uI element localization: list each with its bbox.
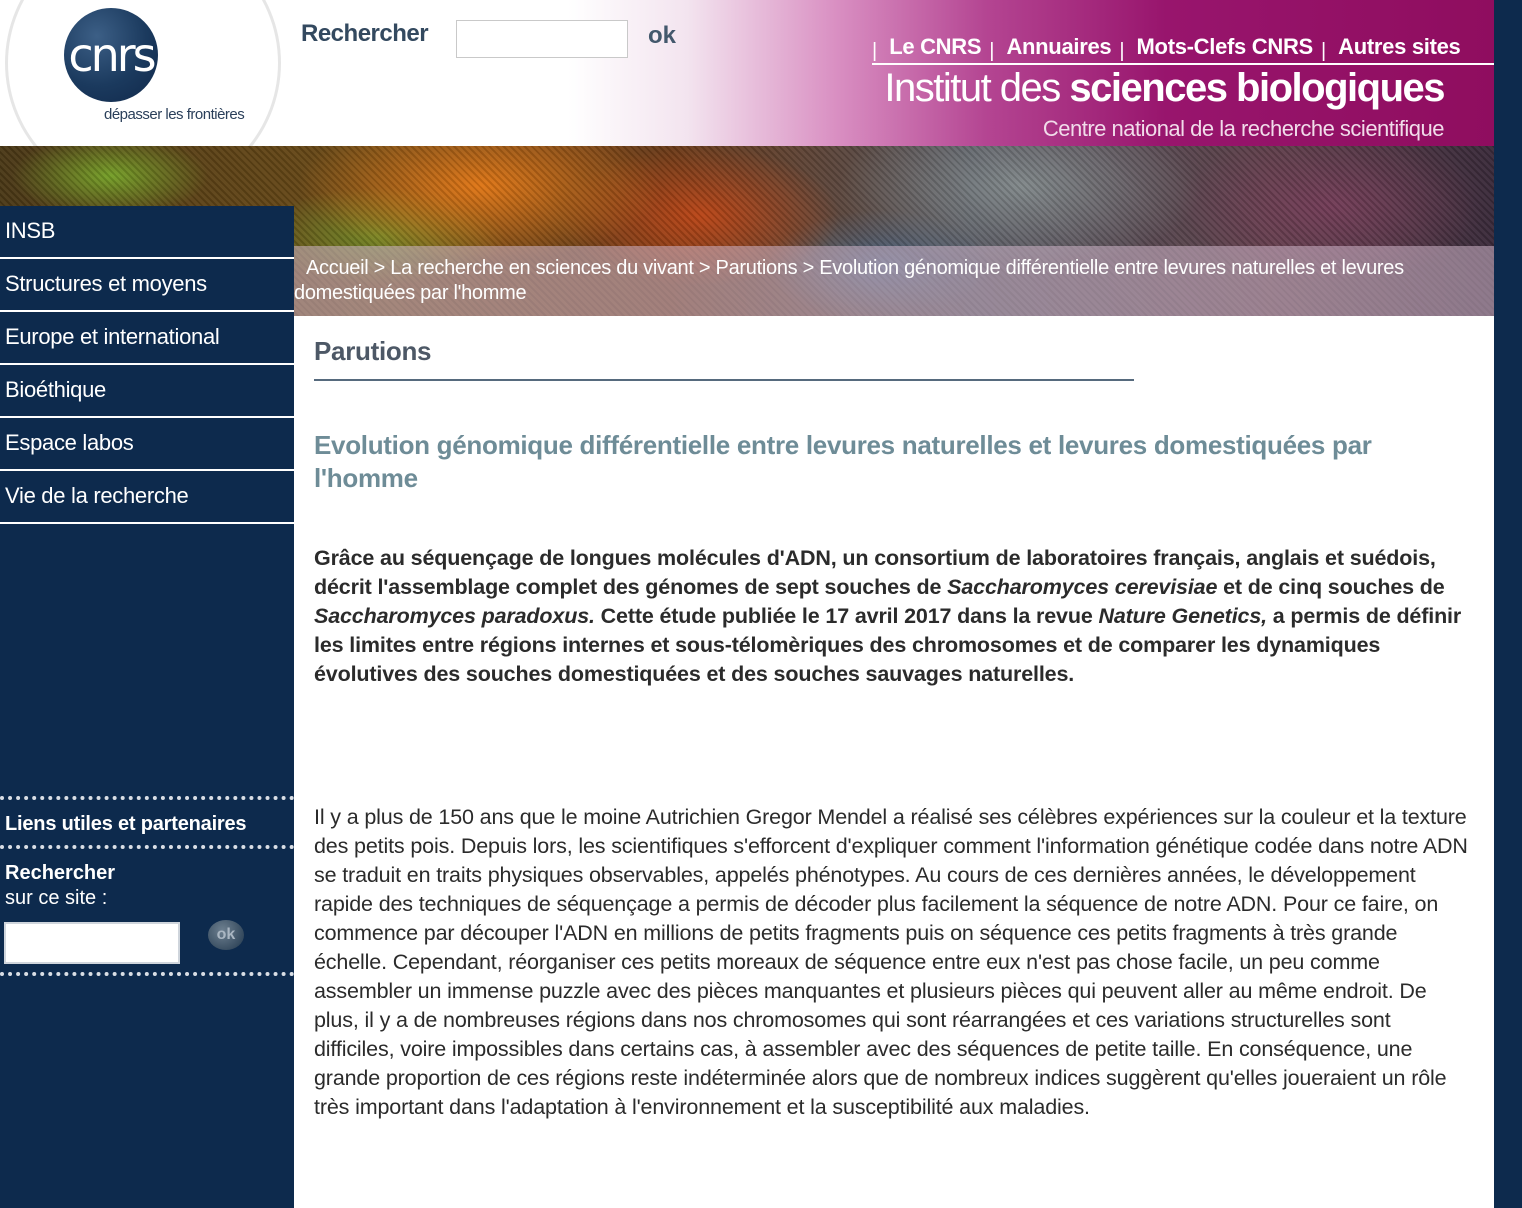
breadcrumb-separator: >	[698, 257, 711, 279]
institute-subtitle: Centre national de la recherche scientif…	[1042, 116, 1445, 141]
breadcrumb-recherche[interactable]: La recherche en sciences du vivant	[390, 257, 694, 279]
main-content: Parutions Evolution génomique différenti…	[294, 316, 1494, 1208]
breadcrumb-separator: >	[373, 257, 386, 279]
lead-species-paradoxus: Saccharomyces paradoxus.	[314, 604, 595, 628]
sidebar-item-bioethique[interactable]: Bioéthique	[0, 365, 294, 418]
sidebar-item-vie-recherche[interactable]: Vie de la recherche	[0, 471, 294, 524]
top-link-annuaires[interactable]: Annuaires	[1006, 34, 1111, 60]
search-input[interactable]	[456, 20, 628, 58]
sidebar-navigation: INSB Structures et moyens Europe et inte…	[0, 206, 294, 524]
nav-separator: |	[872, 39, 878, 62]
institute-title[interactable]: Institut des sciences biologiques	[884, 66, 1445, 111]
institute-title-light: Institut des	[884, 66, 1061, 110]
right-page-margin	[1494, 0, 1522, 1208]
nav-separator: |	[989, 39, 995, 62]
institute-title-bold: sciences biologiques	[1069, 66, 1445, 110]
cnrs-logo[interactable]: cnrs	[64, 8, 158, 102]
sidebar-item-europe[interactable]: Europe et international	[0, 312, 294, 365]
top-link-mots-clefs[interactable]: Mots-Clefs CNRS	[1137, 34, 1314, 60]
logo-tagline: dépasser les frontières	[104, 106, 245, 123]
search-ok-button[interactable]: ok	[648, 22, 676, 50]
site-search-input[interactable]	[4, 922, 180, 964]
article-lead: Grâce au séquençage de longues molécules…	[314, 544, 1479, 689]
lead-species-cerevisiae: Saccharomyces cerevisiae	[947, 575, 1218, 599]
sidebar-item-structures[interactable]: Structures et moyens	[0, 259, 294, 312]
lead-text: Cette étude publiée le 17 avril 2017 dan…	[594, 604, 1099, 628]
top-navigation-rule	[872, 63, 1494, 65]
breadcrumb: Accueil > La recherche en sciences du vi…	[294, 256, 1490, 306]
site-header: cnrs dépasser les frontières Rechercher …	[0, 0, 1494, 146]
sidebar-item-insb[interactable]: INSB	[0, 206, 294, 259]
lead-text: et de cinq souches de	[1217, 575, 1445, 599]
breadcrumb-separator: >	[802, 257, 815, 279]
site-search-subtitle: sur ce site :	[5, 887, 108, 909]
sidebar-item-espace-labos[interactable]: Espace labos	[0, 418, 294, 471]
section-title-rule	[314, 379, 1134, 381]
breadcrumb-home[interactable]: Accueil	[306, 257, 369, 279]
top-link-le-cnrs[interactable]: Le CNRS	[889, 34, 981, 60]
lead-journal-name: Nature Genetics,	[1098, 604, 1267, 628]
article-body-paragraph: Il y a plus de 150 ans que le moine Autr…	[314, 805, 1468, 1119]
dotted-divider	[0, 972, 294, 976]
nav-separator: |	[1119, 39, 1125, 62]
search-label: Rechercher	[301, 20, 429, 47]
site-search-title: Rechercher	[5, 862, 116, 884]
nav-separator: |	[1320, 39, 1327, 62]
section-title: Parutions	[314, 336, 432, 366]
article-title: Evolution génomique différentielle entre…	[314, 430, 1372, 493]
sidebar-tools: Liens utiles et partenaires Rechercher s…	[0, 796, 294, 976]
useful-links-toggle[interactable]: Liens utiles et partenaires	[0, 800, 294, 845]
top-link-autres-sites[interactable]: Autres sites	[1338, 34, 1461, 60]
breadcrumb-parutions[interactable]: Parutions	[716, 257, 798, 279]
top-navigation: | Le CNRS | Annuaires | Mots-Clefs CNRS …	[872, 32, 1461, 62]
site-search-ok-button[interactable]: ok	[208, 920, 244, 950]
